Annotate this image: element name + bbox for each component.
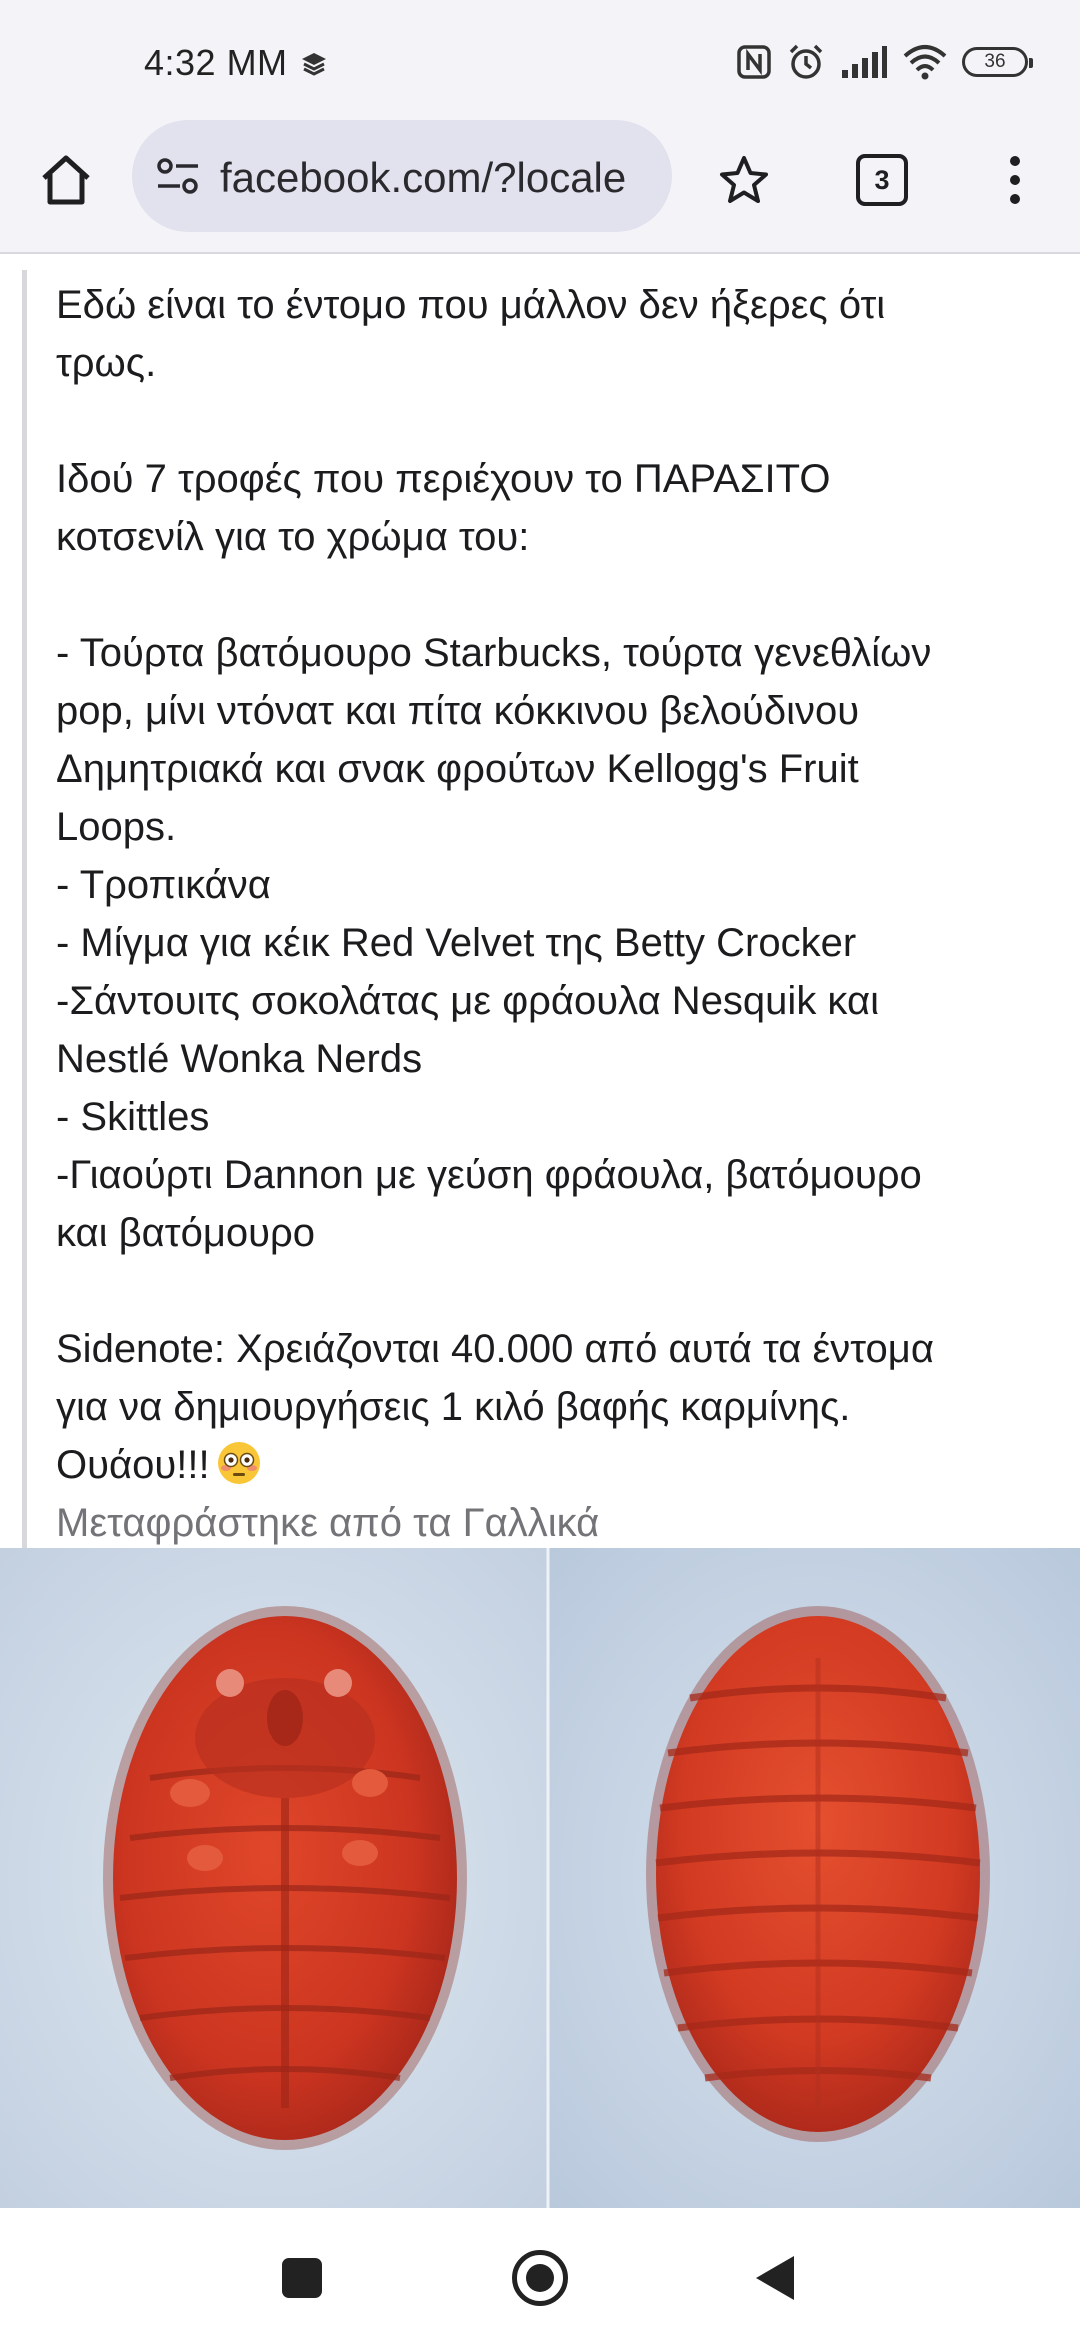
post-line: - Τροπικάνα — [56, 863, 271, 907]
post-line: - Μίγμα για κέικ Red Velvet της Betty Cr… — [56, 921, 857, 965]
browser-toolbar: facebook.com/?locale 3 — [0, 118, 1080, 254]
translated-from-label[interactable]: Μεταφράστηκε από τα Γαλλικά — [56, 1494, 1066, 1552]
post-line: τρως. — [56, 341, 157, 385]
menu-dot — [1010, 156, 1020, 166]
post-line: - Τούρτα βατόμουρο Starbucks, τούρτα γεν… — [56, 631, 932, 675]
flushed-face-emoji — [217, 1442, 260, 1484]
post-line: για να δημιουργήσεις 1 κιλό βαφής καρμίν… — [56, 1385, 851, 1429]
menu-dot — [1010, 175, 1020, 185]
address-bar[interactable]: facebook.com/?locale — [132, 120, 672, 232]
post-line: Nestlé Wonka Nerds — [56, 1037, 423, 1081]
post-line: - Skittles — [56, 1095, 210, 1139]
post-line: -Σάντουιτς σοκολάτας με φράουλα Nesquik … — [56, 979, 879, 1023]
post-line: Εδώ είναι το έντομο που μάλλον δεν ήξερε… — [56, 283, 886, 327]
post-text-area: Εδώ είναι το έντομο που μάλλον δεν ήξερε… — [0, 256, 1080, 1548]
status-time: 4:32 MM — [144, 42, 288, 83]
home-button[interactable] — [34, 148, 98, 212]
tab-count: 3 — [874, 164, 890, 195]
recents-icon[interactable] — [282, 2258, 322, 2298]
insect-underside — [103, 1606, 467, 2150]
post-line: -Γιαούρτι Dannon με γεύση φράουλα, βατόμ… — [56, 1153, 922, 1197]
site-settings-icon[interactable] — [156, 156, 200, 196]
home-icon — [42, 155, 90, 205]
post-line: Ιδού 7 τροφές που περιέχουν το ΠΑΡΑΣΙΤΟ — [56, 457, 831, 501]
layers-icon — [302, 53, 326, 76]
url-text[interactable]: facebook.com/?locale — [220, 154, 626, 202]
post-line: Sidenote: Χρειάζονται 40.000 από αυτά τα… — [56, 1327, 934, 1371]
battery-icon: 36 — [962, 47, 1033, 77]
star-icon — [720, 156, 768, 203]
insect-back — [646, 1606, 990, 2142]
navigation-bar — [0, 2208, 1080, 2340]
bookmark-button[interactable] — [716, 152, 772, 208]
nfc-icon — [737, 45, 771, 79]
home-circle-dot — [526, 2264, 554, 2292]
photo-canvas — [0, 1548, 1080, 2208]
menu-dot — [1010, 194, 1020, 204]
overflow-menu-icon[interactable] — [1000, 150, 1030, 210]
post-line: Loops. — [56, 805, 177, 849]
status-icons: 36 — [736, 40, 1033, 84]
back-icon[interactable] — [756, 2256, 794, 2300]
post-line: pop, μίνι ντόνατ και πίτα κόκκινου βελού… — [56, 689, 860, 733]
post-line: Δημητριακά και σνακ φρούτων Kellogg's Fr… — [56, 747, 859, 791]
post-body: Εδώ είναι το έντομο που μάλλον δεν ήξερε… — [56, 276, 1066, 1552]
post-line: κοτσενίλ για το χρώμα του: — [56, 515, 530, 559]
battery-level: 36 — [984, 51, 1006, 72]
quote-rule — [22, 270, 27, 1548]
signal-icon — [842, 46, 887, 78]
status-bar: 4:32 MM 36 — [0, 0, 1080, 118]
wifi-icon — [903, 45, 947, 80]
cochineal-insects-photo[interactable] — [0, 1548, 1080, 2208]
post-line-last: Ουάου!!! — [56, 1436, 1066, 1494]
home-circle-icon[interactable] — [512, 2250, 568, 2306]
alarm-icon — [789, 44, 823, 79]
tabs-icon[interactable]: 3 — [856, 154, 908, 206]
post-line-exclaim: Ουάου!!! — [56, 1443, 210, 1487]
post-line: και βατόμουρο — [56, 1211, 315, 1255]
